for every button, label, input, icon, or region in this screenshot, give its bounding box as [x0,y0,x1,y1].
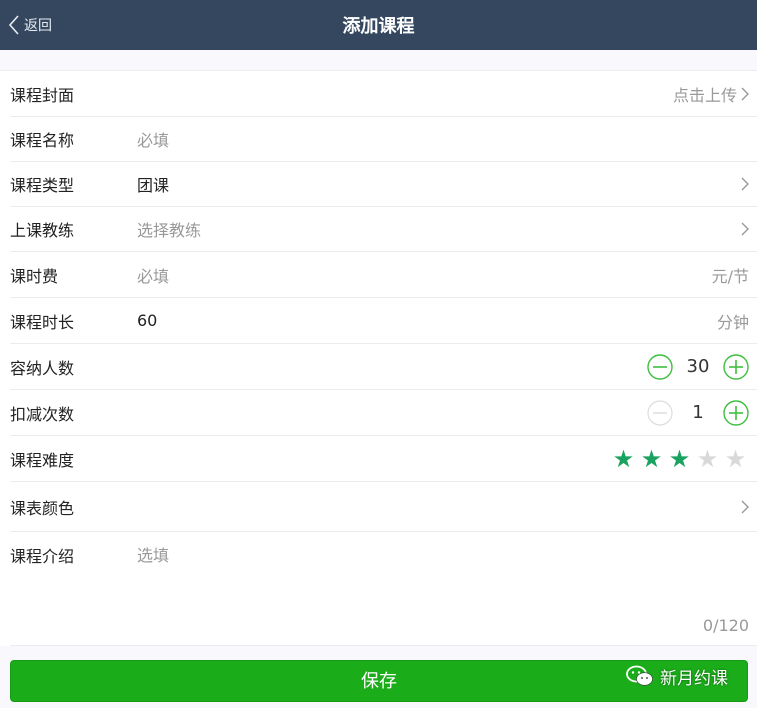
name-row: 课程名称 必填 [10,117,757,162]
back-label: 返回 [24,18,52,34]
cover-label: 课程封面 [10,85,75,105]
deduct-row: 扣减次数 1 [10,390,757,436]
plus-circle-icon[interactable] [723,353,749,380]
star-icon[interactable]: ★ [666,447,693,471]
duration-row: 课程时长 60 分钟 [10,298,757,344]
minus-circle-icon[interactable] [647,399,673,426]
star-icon[interactable]: ★ [722,447,749,471]
star-icon[interactable]: ★ [610,447,637,471]
char-counter: 0/120 [702,616,749,635]
plus-circle-icon[interactable] [723,399,749,426]
intro-textarea[interactable] [137,542,737,602]
watermark: 新月约课 [626,664,728,689]
duration-unit: 分钟 [716,312,749,332]
course-form: 课程封面 点击上传 课程名称 必填 课程类型 团课 上课教练 选择教练 课时费 [0,70,757,646]
coach-row[interactable]: 上课教练 选择教练 [10,207,757,252]
course-name-input[interactable]: 必填 [137,127,169,151]
intro-row: 课程介绍 0/120 [10,532,757,646]
star-icon[interactable]: ★ [694,447,721,471]
capacity-label: 容纳人数 [10,358,75,378]
page-title: 添加课程 [342,16,415,37]
difficulty-rating[interactable]: ★ ★ ★ ★ ★ [610,436,749,481]
color-label: 课表颜色 [10,498,75,518]
coach-label: 上课教练 [10,221,75,240]
coach-select[interactable]: 选择教练 [137,217,201,241]
duration-input[interactable]: 60 [137,311,157,330]
navbar: 返回 添加课程 [0,0,757,50]
type-label: 课程类型 [10,176,75,195]
deduct-value: 1 [692,402,704,423]
chevron-right-icon [741,222,749,236]
chevron-right-icon [741,177,749,191]
watermark-text: 新月约课 [660,668,728,689]
fee-unit: 元/节 [711,266,749,286]
cover-row[interactable]: 课程封面 点击上传 [10,71,757,117]
capacity-row: 容纳人数 30 [10,344,757,390]
fee-row: 课时费 必填 元/节 [10,252,757,298]
difficulty-label: 课程难度 [10,450,75,470]
chevron-left-icon [8,15,19,35]
upload-link[interactable]: 点击上传 [673,82,737,106]
minus-circle-icon[interactable] [647,353,673,380]
duration-label: 课程时长 [10,312,75,332]
intro-label: 课程介绍 [10,547,75,566]
wechat-icon [626,665,653,686]
star-icon[interactable]: ★ [638,447,665,471]
back-button[interactable]: 返回 [8,13,52,37]
name-label: 课程名称 [10,131,75,150]
difficulty-row: 课程难度 ★ ★ ★ ★ ★ [10,436,757,482]
course-type-value: 团课 [137,176,170,195]
capacity-value: 30 [686,356,710,377]
type-row[interactable]: 课程类型 团课 [10,162,757,207]
color-row[interactable]: 课表颜色 [10,482,757,532]
deduct-label: 扣减次数 [10,404,75,424]
fee-input[interactable]: 必填 [137,263,169,287]
chevron-right-icon [741,87,749,100]
fee-label: 课时费 [10,266,59,286]
chevron-right-icon [741,500,749,513]
